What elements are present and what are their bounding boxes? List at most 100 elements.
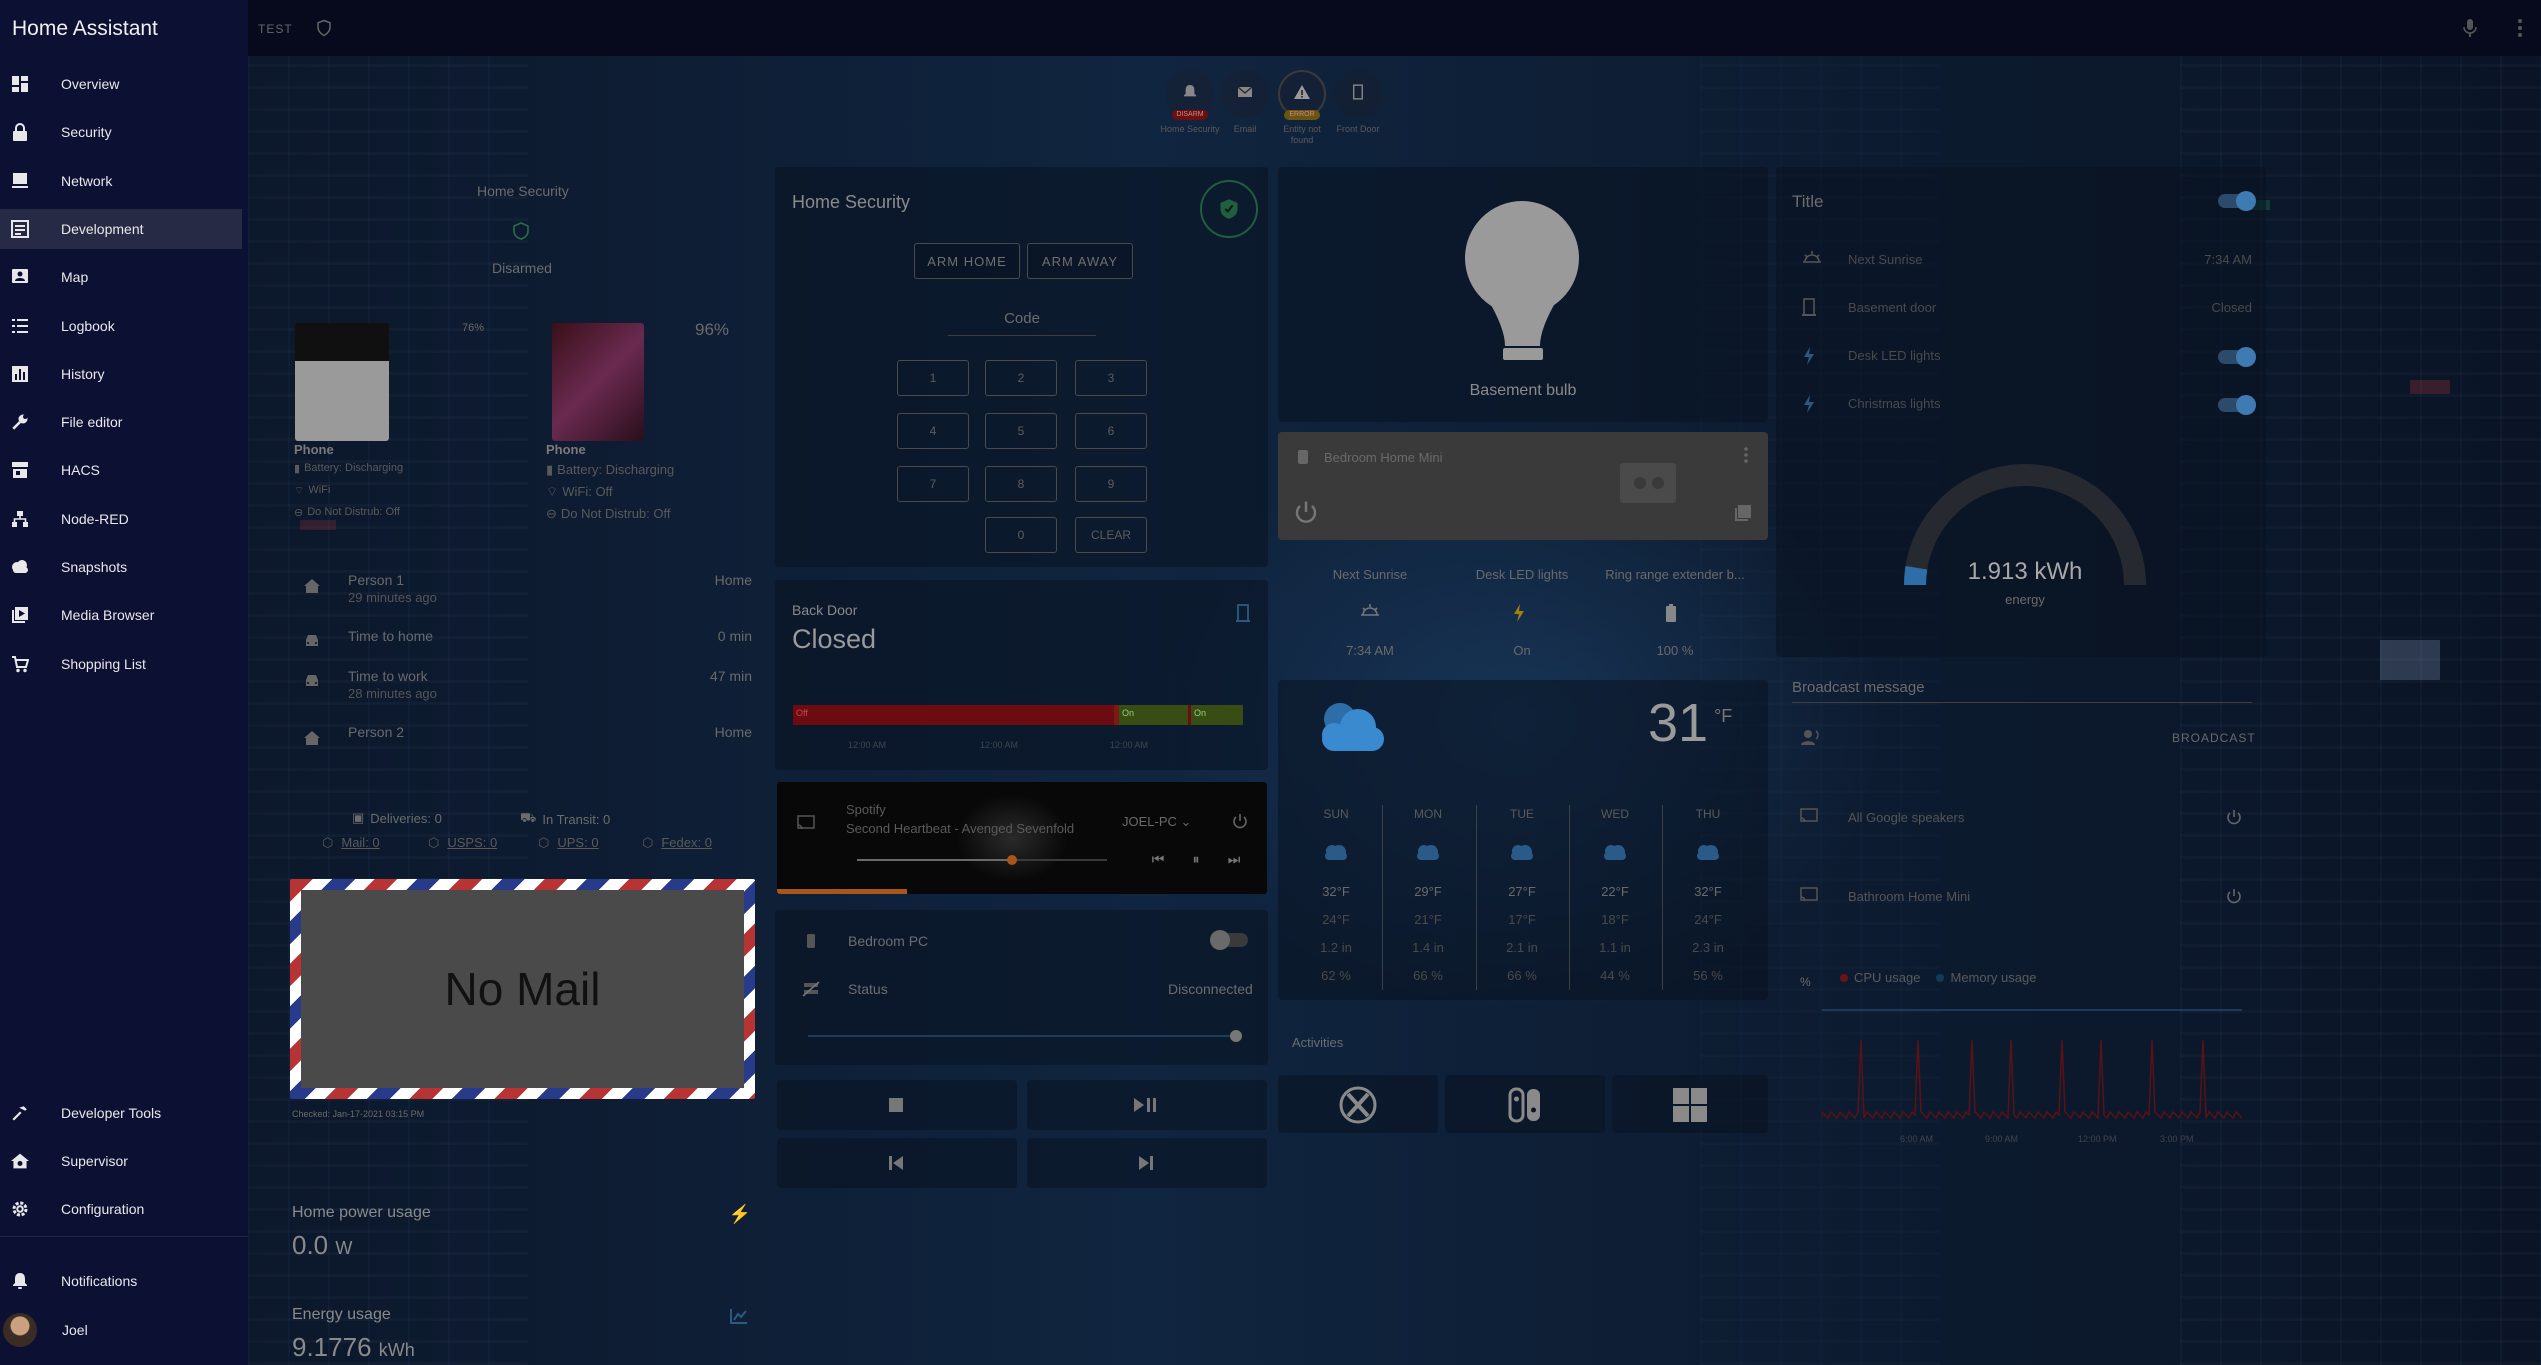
activity-button-switch[interactable] [1445,1075,1605,1133]
speaker-name[interactable]: All Google speakers [1848,810,1964,825]
sidebar-item-developer-tools[interactable]: Developer Tools [0,1093,242,1133]
stop-button[interactable] [777,1080,1017,1130]
legend-item[interactable]: Memory usage [1936,970,2036,985]
power-icon[interactable] [2226,809,2244,827]
sidebar-item-file-editor[interactable]: File editor [0,402,242,442]
media-library-icon[interactable] [1732,502,1754,524]
speaker-name[interactable]: Bathroom Home Mini [1848,889,1970,904]
power-icon[interactable] [1292,498,1320,526]
sidebar-item-network[interactable]: Network [0,161,242,201]
keypad-key-0[interactable]: 0 [985,517,1057,553]
badge-email[interactable]: Email [1215,70,1275,135]
flash-icon[interactable] [1512,603,1532,623]
entities-header-toggle[interactable] [2218,191,2256,211]
sidebar-item-logbook[interactable]: Logbook [0,306,242,346]
keypad-key-2[interactable]: 2 [985,360,1057,396]
slider-handle[interactable] [1230,1030,1242,1042]
monitor-icon [9,170,31,192]
arm-home-button[interactable]: ARM HOME [914,243,1020,279]
broadcast-button[interactable]: BROADCAST [2172,731,2256,745]
keypad-key-8[interactable]: 8 [985,466,1057,502]
keypad-key-7[interactable]: 7 [897,466,969,502]
person-row-name[interactable]: Time to work [348,668,428,684]
lightbulb-icon[interactable] [1465,198,1580,368]
more-vertical-icon[interactable] [1738,444,1754,466]
skip-next-icon[interactable]: ⏭ [1223,848,1245,870]
broadcast-input[interactable]: Broadcast message [1792,679,1925,696]
play-pause-button[interactable] [1027,1080,1267,1130]
sidebar-item-shopping-list[interactable]: Shopping List [0,644,242,684]
arm-away-button[interactable]: ARM AWAY [1027,243,1133,279]
code-underline [948,335,1096,336]
battery-icon[interactable] [1665,603,1685,623]
forecast-low: 24°F [1322,912,1350,927]
badge-home-security[interactable]: DISARM Home Security [1160,70,1220,135]
skip-previous-icon[interactable]: ⏮ [1147,848,1169,870]
pc-toggle[interactable] [1210,930,1248,950]
sidebar-item-configuration[interactable]: Configuration [0,1189,242,1229]
keypad-key-3[interactable]: 3 [1075,360,1147,396]
sidebar-item-user[interactable]: Joel [0,1310,242,1350]
badge-front-door[interactable]: Front Door [1328,70,1388,135]
power-icon[interactable] [1229,810,1251,832]
person-row-name[interactable]: Person 2 [348,724,404,740]
sidebar-item-media-browser[interactable]: Media Browser [0,595,242,635]
media-device-selector[interactable]: JOEL-PC ⌄ [1122,814,1191,830]
entity-row-toggle[interactable] [2218,347,2256,367]
microphone-icon[interactable] [2458,16,2482,40]
media-seek-handle[interactable] [1007,855,1017,865]
pause-icon[interactable]: ⏸ [1185,848,1207,870]
timeline-segment: On [1191,705,1243,725]
keypad-key-6[interactable]: 6 [1075,413,1147,449]
keypad-key-1[interactable]: 1 [897,360,969,396]
media-seek-bar[interactable] [857,855,1107,865]
mail-link[interactable]: ⬡ UPS: 0 [538,835,599,851]
badge-tag: DISARM [1172,110,1208,120]
mail-link[interactable]: ⬡ Fedex: 0 [642,835,712,851]
cellphone-icon [800,930,822,952]
activity-button-xbox[interactable] [1278,1075,1438,1133]
sidebar-item-history[interactable]: History [0,354,242,394]
person-row-name[interactable]: Time to home [348,628,433,644]
sidebar-item-label: Development [61,220,144,237]
phone-battery-pct: 96% [695,320,730,339]
entity-row-name[interactable]: Desk LED lights [1848,348,1940,363]
badge-entity-not-found[interactable]: ERROR Entity not found [1272,70,1332,146]
legend-item[interactable]: CPU usage [1840,970,1920,985]
badge-label: Home Security [1160,124,1220,134]
forecast-day: THU [1695,807,1721,821]
forecast-low: 18°F [1601,912,1629,927]
mail-link[interactable]: ⬡ Mail: 0 [322,835,380,851]
entity-row-toggle[interactable] [2218,395,2256,415]
keypad-key-5[interactable]: 5 [985,413,1057,449]
cast-icon[interactable] [795,812,817,834]
keypad-key-9[interactable]: 9 [1075,466,1147,502]
power-icon[interactable] [2226,888,2244,906]
entity-row-name[interactable]: Christmas lights [1848,396,1940,411]
shield-icon[interactable] [314,18,334,38]
more-vertical-icon[interactable] [2510,16,2530,40]
sidebar-item-notifications[interactable]: Notifications [0,1261,242,1301]
sidebar-item-map[interactable]: Map [0,257,242,297]
person-row-name[interactable]: Person 1 [348,572,404,588]
activity-button-windows[interactable] [1612,1075,1768,1133]
sunrise-icon[interactable] [1360,603,1380,623]
sidebar-item-development[interactable]: Development [0,208,242,249]
keypad-clear-button[interactable]: CLEAR [1075,517,1147,553]
keypad-key-4[interactable]: 4 [897,413,969,449]
pc-slider[interactable] [808,1030,1242,1042]
mail-link[interactable]: ⬡ USPS: 0 [428,835,497,851]
sidebar-item-hacs[interactable]: HACS [0,450,242,490]
sidebar-item-overview[interactable]: Overview [0,64,242,104]
entity-row-name[interactable]: Basement door [1848,300,1936,315]
previous-button[interactable] [777,1138,1017,1188]
sidebar-item-supervisor[interactable]: Supervisor [0,1141,242,1181]
sidebar-item-snapshots[interactable]: Snapshots [0,547,242,587]
code-input[interactable]: Code [948,310,1096,327]
sidebar-item-security[interactable]: Security [0,112,242,152]
sidebar-item-node-red[interactable]: Node-RED [0,499,242,539]
next-button[interactable] [1027,1138,1267,1188]
entity-row-name[interactable]: Next Sunrise [1848,252,1922,267]
back-door-timeline[interactable]: Off On On [793,705,1243,725]
shield-check-icon[interactable] [510,220,532,242]
